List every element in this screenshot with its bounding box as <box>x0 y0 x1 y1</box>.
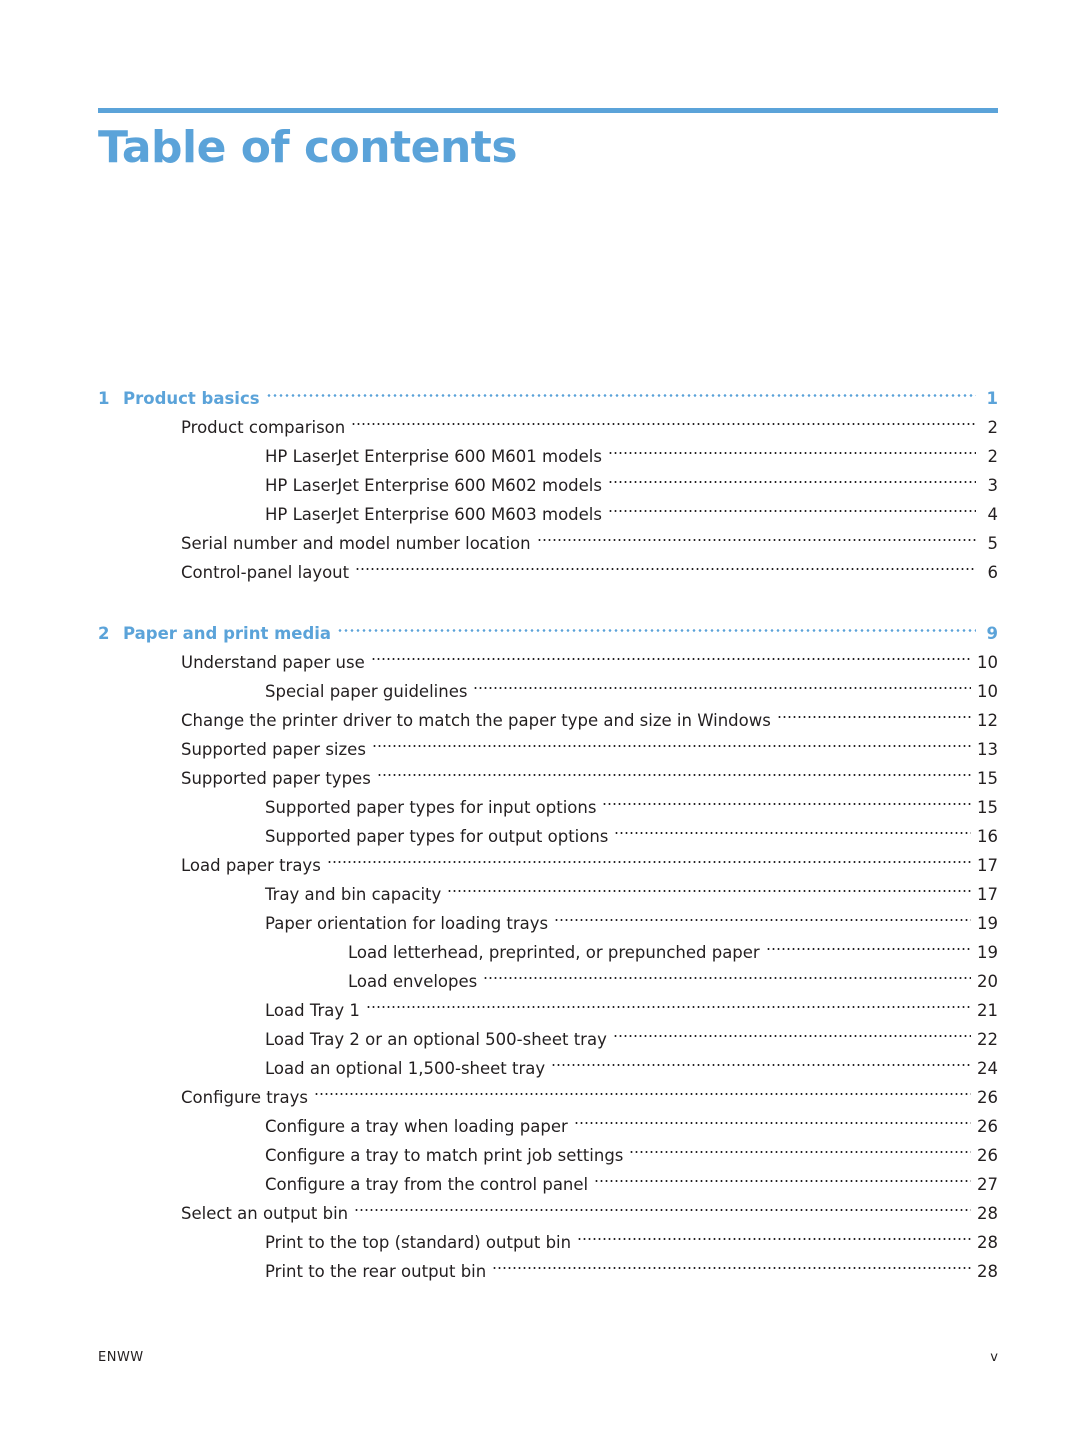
title-rule <box>98 108 998 113</box>
toc-entry[interactable]: Configure trays 26 <box>98 1074 998 1107</box>
page-title: Table of contents <box>98 122 518 173</box>
toc-chapter[interactable]: 2 Paper and print media 9 <box>98 610 998 643</box>
dot-leader <box>355 549 976 578</box>
dot-leader <box>602 784 971 813</box>
dot-leader <box>607 433 976 462</box>
toc-entry[interactable]: Serial number and model number location 5 <box>98 520 998 553</box>
toc-entry[interactable]: Load an optional 1,500-sheet tray 24 <box>98 1045 998 1078</box>
dot-leader <box>573 1103 971 1132</box>
dot-leader <box>612 1016 971 1045</box>
toc-entry[interactable]: Load letterhead, preprinted, or prepunch… <box>98 929 998 962</box>
toc-entry[interactable]: HP LaserJet Enterprise 600 M602 models 3 <box>98 462 998 495</box>
dot-leader <box>765 929 971 958</box>
toc-entry[interactable]: Understand paper use 10 <box>98 639 998 672</box>
dot-leader <box>447 871 971 900</box>
dot-leader <box>371 726 971 755</box>
toc-entry[interactable]: Supported paper types 15 <box>98 755 998 788</box>
page-number[interactable]: 28 <box>971 1257 998 1286</box>
toc-chapter[interactable]: 1 Product basics 1 <box>98 375 998 408</box>
dot-leader <box>313 1074 971 1103</box>
dot-leader <box>351 404 976 433</box>
toc-entry[interactable]: Load Tray 1 21 <box>98 987 998 1020</box>
toc-entry[interactable]: Supported paper types for input options 1… <box>98 784 998 817</box>
dot-leader <box>483 958 971 987</box>
dot-leader <box>265 375 976 404</box>
toc-entry[interactable]: Configure a tray when loading paper 26 <box>98 1103 998 1136</box>
toc-entry[interactable]: HP LaserJet Enterprise 600 M601 models 2 <box>98 433 998 466</box>
dot-leader <box>536 520 976 549</box>
dot-leader <box>370 639 971 668</box>
footer-page-number: v <box>990 1350 998 1365</box>
dot-leader <box>614 813 971 842</box>
dot-leader <box>337 610 976 639</box>
dot-leader <box>776 697 971 726</box>
toc-entry[interactable]: Load paper trays 17 <box>98 842 998 875</box>
toc-entry[interactable]: Change the printer driver to match the p… <box>98 697 998 730</box>
dot-leader <box>554 900 971 929</box>
dot-leader <box>594 1161 971 1190</box>
toc-entry[interactable]: HP LaserJet Enterprise 600 M603 models 4 <box>98 491 998 524</box>
toc-entry[interactable]: Paper orientation for loading trays 19 <box>98 900 998 933</box>
toc-entry[interactable]: Supported paper types for output options… <box>98 813 998 846</box>
toc-entry[interactable]: Configure a tray from the control panel 2… <box>98 1161 998 1194</box>
dot-leader <box>577 1219 971 1248</box>
dot-leader <box>365 987 971 1016</box>
dot-leader <box>607 491 976 520</box>
page-number[interactable]: 6 <box>976 558 999 587</box>
dot-leader <box>492 1248 971 1277</box>
toc-entry[interactable]: Print to the top (standard) output bin 28 <box>98 1219 998 1252</box>
dot-leader <box>629 1132 971 1161</box>
table-of-contents: 1 Product basics 1 Product comparison 2 HP La… <box>98 375 998 1281</box>
toc-entry[interactable]: Special paper guidelines 10 <box>98 668 998 701</box>
toc-entry[interactable]: Print to the rear output bin 28 <box>98 1248 998 1281</box>
toc-entry[interactable]: Control-panel layout 6 <box>98 549 998 582</box>
entry-title[interactable]: Print to the rear output bin <box>265 1257 492 1286</box>
dot-leader <box>607 462 976 491</box>
dot-leader <box>376 755 971 784</box>
toc-entry[interactable]: Configure a tray to match print job sett… <box>98 1132 998 1165</box>
entry-title[interactable]: Control-panel layout <box>181 558 355 587</box>
toc-entry[interactable]: Load envelopes 20 <box>98 958 998 991</box>
footer-locale-code: ENWW <box>98 1350 144 1365</box>
dot-leader <box>326 842 971 871</box>
dot-leader <box>354 1190 971 1219</box>
toc-entry[interactable]: Select an output bin 28 <box>98 1190 998 1223</box>
toc-entry[interactable]: Load Tray 2 or an optional 500-sheet tra… <box>98 1016 998 1049</box>
toc-entry[interactable]: Tray and bin capacity 17 <box>98 871 998 904</box>
dot-leader <box>551 1045 971 1074</box>
toc-entry[interactable]: Supported paper sizes 13 <box>98 726 998 759</box>
dot-leader <box>473 668 971 697</box>
toc-entry[interactable]: Product comparison 2 <box>98 404 998 437</box>
